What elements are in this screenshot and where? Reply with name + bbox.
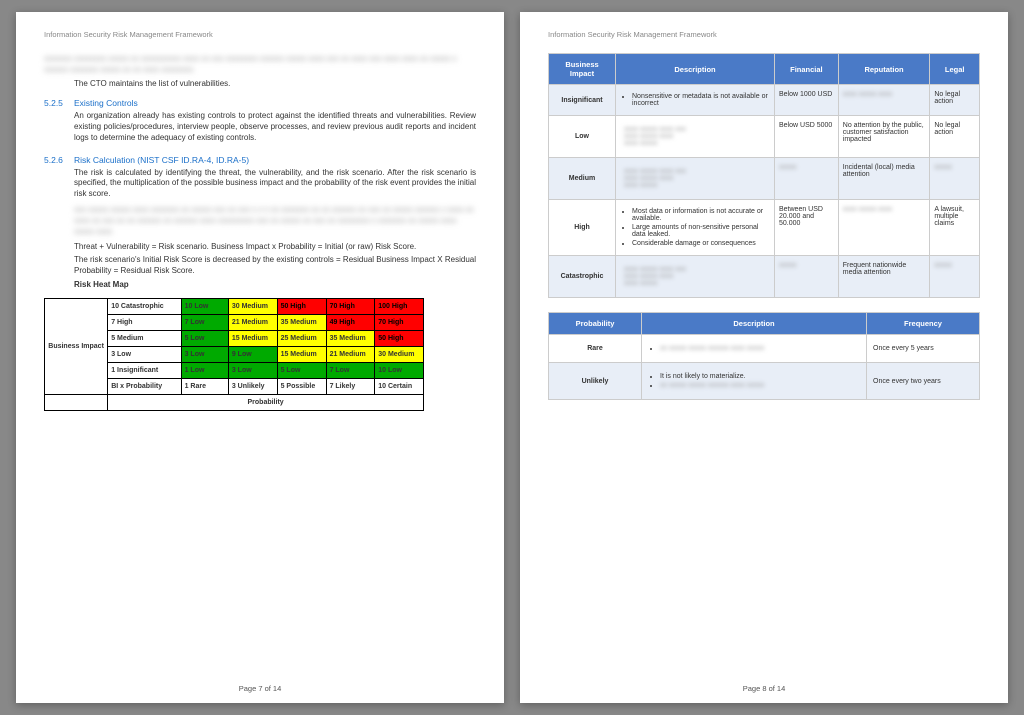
page-8: Information Security Risk Management Fra… [520,12,1008,703]
page-7: Information Security Risk Management Fra… [16,12,504,703]
section-number: 5.2.5 [44,98,74,146]
intro-text: The CTO maintains the list of vulnerabil… [74,79,476,90]
formula-text: The risk scenario's Initial Risk Score i… [74,255,476,277]
section-525: 5.2.5 Existing Controls An organization … [44,98,476,146]
redacted-text: xxx xxxxx xxxxx xxxx xxxxxxx xx xxxxx xx… [74,204,476,238]
section-526: 5.2.6 Risk Calculation (NIST CSF ID.RA-4… [44,155,476,294]
page-footer: Page 8 of 14 [520,684,1008,693]
page-header: Information Security Risk Management Fra… [44,30,476,39]
heat-map-title: Risk Heat Map [74,280,476,291]
formula-text: Threat + Vulnerability = Risk scenario. … [74,242,476,253]
business-impact-table: Business ImpactDescriptionFinancialReput… [548,53,980,298]
risk-heat-map-table: Business Impact10 Catastrophic10 Low30 M… [44,298,424,411]
page-header: Information Security Risk Management Fra… [548,30,980,39]
section-title: Existing Controls [74,98,476,108]
redacted-text: xxxxxxx xxxxxxxx xxxxx xx xxxxxxxxxx xxx… [44,53,476,75]
section-body: An organization already has existing con… [74,111,476,143]
section-body: The risk is calculated by identifying th… [74,168,476,200]
probability-table: ProbabilityDescriptionFrequencyRarexx xx… [548,312,980,400]
page-footer: Page 7 of 14 [16,684,504,693]
section-title: Risk Calculation (NIST CSF ID.RA-4, ID.R… [74,155,476,165]
section-number: 5.2.6 [44,155,74,294]
